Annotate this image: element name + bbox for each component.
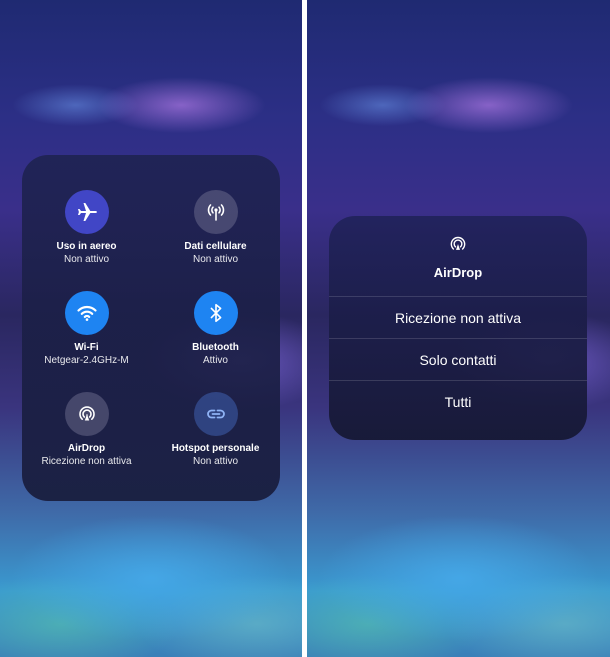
cellular-data-label: Dati cellulare (184, 241, 247, 252)
wifi-icon (64, 291, 109, 335)
control-center-screen-left: Uso in aereo Non attivo Dati cellulare N… (0, 0, 302, 657)
bluetooth-icon (193, 291, 238, 335)
airplane-icon (64, 190, 109, 234)
airplane-mode-label: Uso in aereo (56, 241, 117, 252)
wifi-label: Wi-Fi (74, 342, 99, 353)
airdrop-menu-header: AirDrop (329, 216, 587, 296)
airdrop-menu-title: AirDrop (433, 265, 483, 280)
control-center-screen-right: AirDrop Ricezione non attiva Solo contat… (307, 0, 610, 657)
airdrop-option-everyone[interactable]: Tutti (329, 380, 587, 422)
wifi-toggle[interactable]: Wi-Fi Netgear-2.4GHz-M (22, 291, 151, 367)
hotspot-link-icon (193, 392, 238, 436)
airplane-mode-toggle[interactable]: Uso in aereo Non attivo (22, 190, 151, 266)
personal-hotspot-status: Non attivo (192, 456, 239, 467)
bluetooth-toggle[interactable]: Bluetooth Attivo (151, 291, 280, 367)
airdrop-menu: AirDrop Ricezione non attiva Solo contat… (329, 216, 587, 440)
airdrop-label: AirDrop (67, 443, 106, 454)
personal-hotspot-toggle[interactable]: Hotspot personale Non attivo (151, 392, 280, 468)
airdrop-icon (64, 392, 109, 436)
personal-hotspot-label: Hotspot personale (171, 443, 260, 454)
airdrop-option-receiving-off[interactable]: Ricezione non attiva (329, 296, 587, 338)
cellular-data-toggle[interactable]: Dati cellulare Non attivo (151, 190, 280, 266)
airplane-mode-status: Non attivo (63, 254, 110, 265)
wifi-network-name: Netgear-2.4GHz-M (44, 355, 129, 366)
airdrop-icon (450, 236, 466, 250)
cellular-antenna-icon (193, 190, 238, 234)
bluetooth-label: Bluetooth (192, 342, 239, 353)
airdrop-status: Ricezione non attiva (41, 456, 132, 467)
cellular-data-status: Non attivo (192, 254, 239, 265)
network-settings-panel: Uso in aereo Non attivo Dati cellulare N… (22, 155, 280, 501)
bluetooth-status: Attivo (202, 355, 228, 366)
airdrop-option-contacts-only[interactable]: Solo contatti (329, 338, 587, 380)
airdrop-toggle[interactable]: AirDrop Ricezione non attiva (22, 392, 151, 468)
